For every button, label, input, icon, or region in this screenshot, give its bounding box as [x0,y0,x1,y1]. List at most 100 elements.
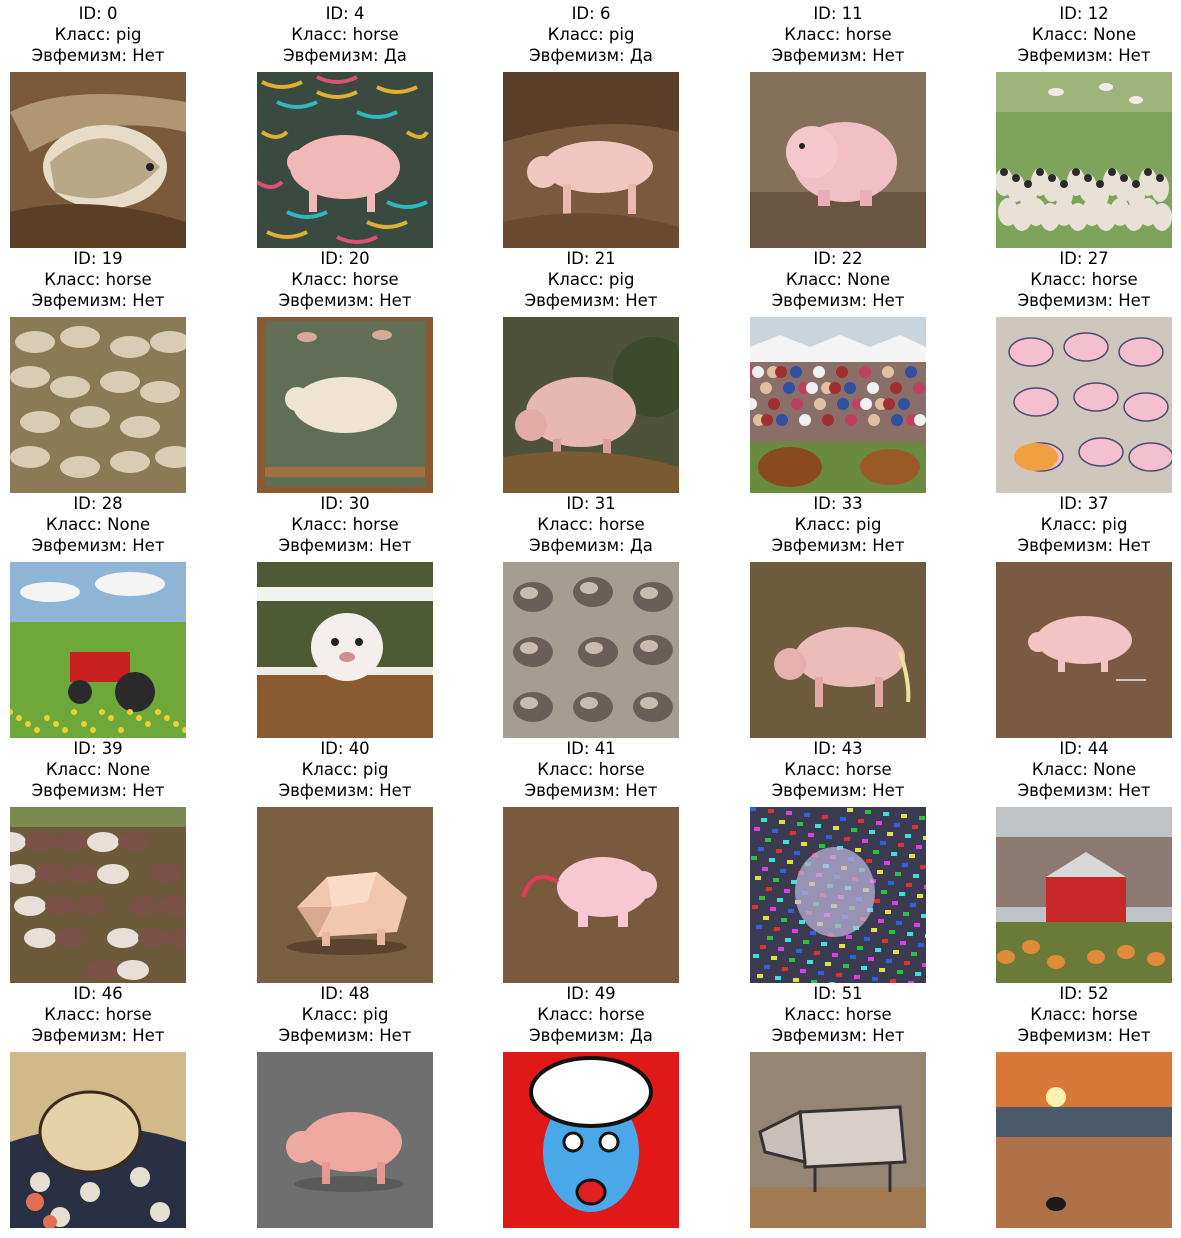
cell-id: ID: 43 [813,739,863,758]
cell-euphemism: Эвфемизм: Нет [31,46,165,65]
cell-id: ID: 37 [1059,494,1109,513]
cell-euphemism: Эвфемизм: Нет [31,536,165,555]
image-grid: ID: 0 Класс: pig Эвфемизм: Нет ID: 4 Кла… [0,0,1181,1238]
cell-caption: ID: 46 Класс: horse Эвфемизм: Нет [0,983,216,1046]
cell-euphemism: Эвфемизм: Нет [278,781,412,800]
cell-class: Класс: horse [537,760,645,779]
cell-caption: ID: 44 Класс: None Эвфемизм: Нет [966,738,1181,801]
cell-id: ID: 44 [1059,739,1109,758]
cell-euphemism: Эвфемизм: Нет [771,291,905,310]
cell-caption: ID: 52 Класс: horse Эвфемизм: Нет [966,983,1181,1046]
cell-euphemism: Эвфемизм: Нет [771,46,905,65]
cell-id: ID: 0 [78,4,118,23]
cell-class: Класс: horse [1030,270,1138,289]
cell-image [503,562,679,738]
cell-id: ID: 40 [320,739,370,758]
cell-caption: ID: 6 Класс: pig Эвфемизм: Да [473,3,709,66]
cell-euphemism: Эвфемизм: Да [283,46,407,65]
cell-caption: ID: 0 Класс: pig Эвфемизм: Нет [0,3,216,66]
cell-image [996,807,1172,983]
cell-euphemism: Эвфемизм: Нет [771,536,905,555]
cell-id: ID: 4 [325,4,365,23]
cell-image [750,317,926,493]
cell-caption: ID: 40 Класс: pig Эвфемизм: Нет [227,738,463,801]
cell-id: ID: 11 [813,4,863,23]
cell-image [996,317,1172,493]
cell-class: Класс: horse [291,515,399,534]
cell-euphemism: Эвфемизм: Нет [771,781,905,800]
cell-class: Класс: horse [291,25,399,44]
cell-image [10,562,186,738]
cell-euphemism: Эвфемизм: Нет [524,781,658,800]
cell-caption: ID: 28 Класс: None Эвфемизм: Нет [0,493,216,556]
cell-euphemism: Эвфемизм: Нет [1017,781,1151,800]
cell-caption: ID: 37 Класс: pig Эвфемизм: Нет [966,493,1181,556]
cell-class: Класс: None [1031,25,1137,44]
cell-caption: ID: 4 Класс: horse Эвфемизм: Да [227,3,463,66]
cell-class: Класс: horse [291,270,399,289]
cell-image [257,317,433,493]
cell-euphemism: Эвфемизм: Нет [1017,46,1151,65]
cell-euphemism: Эвфемизм: Нет [31,291,165,310]
cell-class: Класс: pig [547,270,635,289]
cell-image [750,807,926,983]
cell-class: Класс: horse [784,760,892,779]
cell-class: Класс: horse [537,1005,645,1024]
cell-id: ID: 28 [73,494,123,513]
cell-id: ID: 46 [73,984,123,1003]
cell-caption: ID: 20 Класс: horse Эвфемизм: Нет [227,248,463,311]
cell-class: Класс: horse [784,1005,892,1024]
cell-caption: ID: 21 Класс: pig Эвфемизм: Нет [473,248,709,311]
cell-class: Класс: None [1031,760,1137,779]
cell-id: ID: 12 [1059,4,1109,23]
cell-caption: ID: 22 Класс: None Эвфемизм: Нет [720,248,956,311]
cell-image [503,72,679,248]
cell-id: ID: 30 [320,494,370,513]
cell-caption: ID: 49 Класс: horse Эвфемизм: Да [473,983,709,1046]
cell-euphemism: Эвфемизм: Нет [771,1026,905,1045]
cell-image [257,72,433,248]
cell-class: Класс: horse [44,1005,152,1024]
cell-euphemism: Эвфемизм: Да [529,536,653,555]
cell-id: ID: 6 [571,4,611,23]
cell-class: Класс: None [45,515,151,534]
cell-image [996,562,1172,738]
cell-class: Класс: pig [794,515,882,534]
cell-class: Класс: pig [54,25,142,44]
cell-caption: ID: 43 Класс: horse Эвфемизм: Нет [720,738,956,801]
cell-image [257,562,433,738]
cell-id: ID: 39 [73,739,123,758]
cell-euphemism: Эвфемизм: Да [529,1026,653,1045]
cell-id: ID: 19 [73,249,123,268]
cell-id: ID: 52 [1059,984,1109,1003]
cell-euphemism: Эвфемизм: Нет [278,1026,412,1045]
cell-euphemism: Эвфемизм: Нет [1017,291,1151,310]
cell-image [996,72,1172,248]
cell-id: ID: 49 [566,984,616,1003]
cell-id: ID: 21 [566,249,616,268]
cell-image [750,72,926,248]
cell-euphemism: Эвфемизм: Да [529,46,653,65]
cell-id: ID: 51 [813,984,863,1003]
cell-euphemism: Эвфемизм: Нет [278,536,412,555]
cell-euphemism: Эвфемизм: Нет [1017,1026,1151,1045]
cell-euphemism: Эвфемизм: Нет [31,1026,165,1045]
cell-caption: ID: 39 Класс: None Эвфемизм: Нет [0,738,216,801]
cell-id: ID: 20 [320,249,370,268]
cell-class: Класс: horse [784,25,892,44]
cell-euphemism: Эвфемизм: Нет [278,291,412,310]
cell-image [750,562,926,738]
cell-caption: ID: 19 Класс: horse Эвфемизм: Нет [0,248,216,311]
cell-caption: ID: 48 Класс: pig Эвфемизм: Нет [227,983,463,1046]
cell-image [10,1052,186,1228]
cell-euphemism: Эвфемизм: Нет [524,291,658,310]
cell-caption: ID: 30 Класс: horse Эвфемизм: Нет [227,493,463,556]
cell-caption: ID: 11 Класс: horse Эвфемизм: Нет [720,3,956,66]
cell-class: Класс: pig [301,760,389,779]
cell-id: ID: 27 [1059,249,1109,268]
cell-class: Класс: pig [547,25,635,44]
cell-caption: ID: 31 Класс: horse Эвфемизм: Да [473,493,709,556]
cell-image [10,807,186,983]
cell-image [503,317,679,493]
cell-caption: ID: 12 Класс: None Эвфемизм: Нет [966,3,1181,66]
